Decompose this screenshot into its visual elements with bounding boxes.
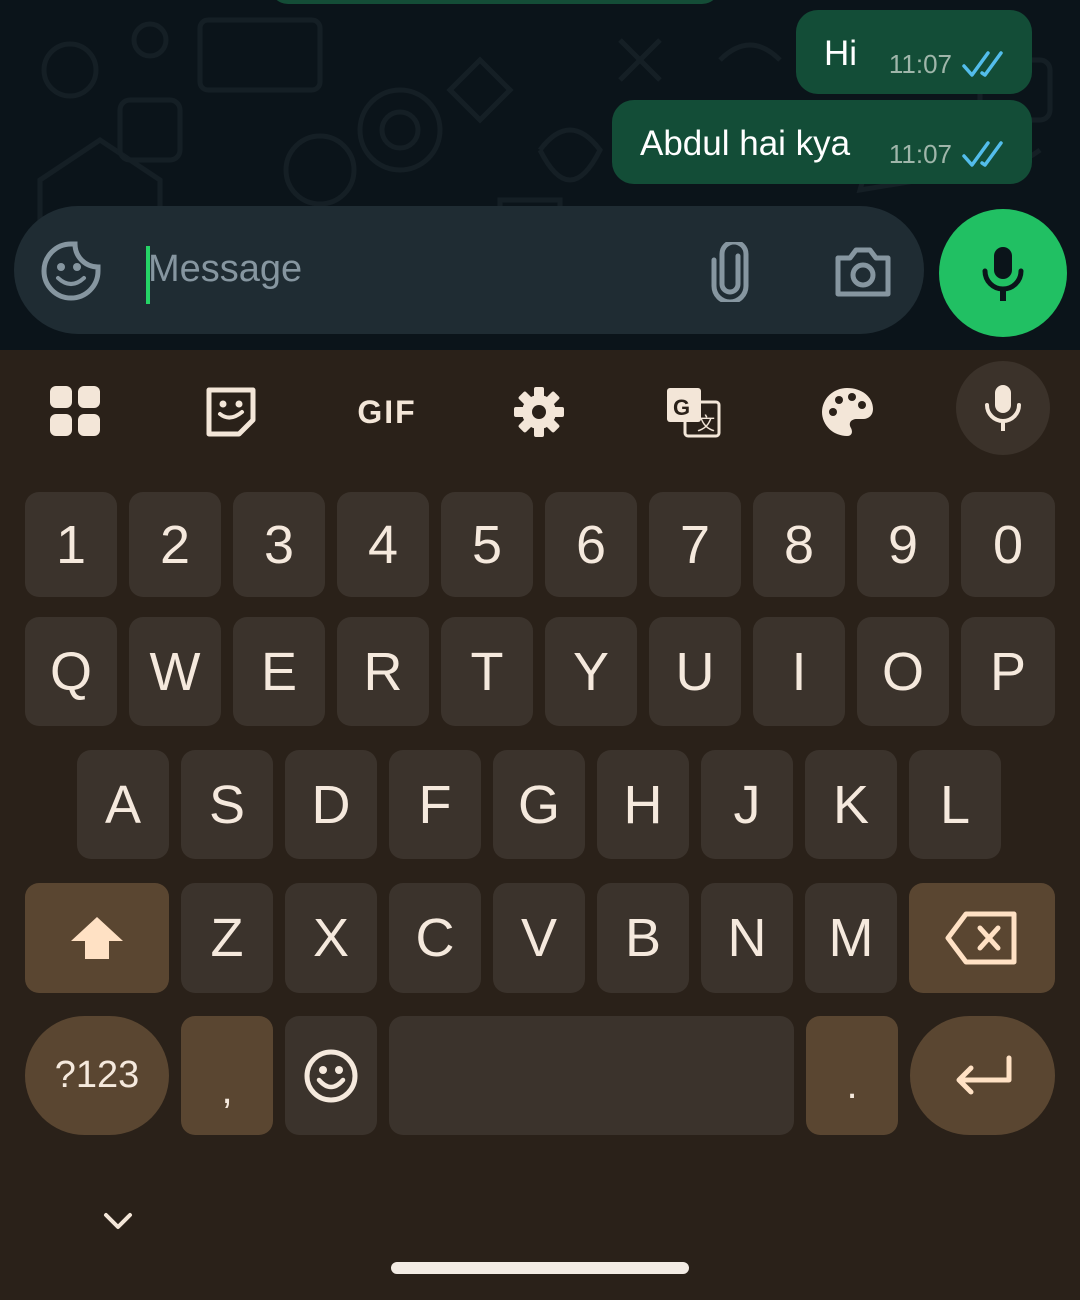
key-o[interactable]: O [857, 617, 949, 726]
key-n[interactable]: N [701, 883, 793, 993]
settings-gear-icon[interactable] [509, 382, 569, 442]
key-l[interactable]: L [909, 750, 1001, 859]
key-v[interactable]: V [493, 883, 585, 993]
translate-icon[interactable]: G 文 [663, 382, 723, 442]
key-z[interactable]: Z [181, 883, 273, 993]
key-k[interactable]: K [805, 750, 897, 859]
smiley-icon [304, 1049, 358, 1102]
microphone-icon [982, 247, 1024, 301]
shift-arrow-icon [71, 917, 123, 959]
key-1[interactable]: 1 [25, 492, 117, 597]
key-x[interactable]: X [285, 883, 377, 993]
apps-grid-icon[interactable] [46, 382, 106, 442]
symbols-key[interactable]: ?123 [25, 1016, 169, 1135]
read-double-check-icon [962, 51, 1003, 77]
sticker-emoji-icon[interactable] [40, 240, 102, 302]
message-text: Abdul hai kya [640, 124, 851, 163]
key-d[interactable]: D [285, 750, 377, 859]
backspace-icon [945, 911, 1017, 965]
key-h[interactable]: H [597, 750, 689, 859]
key-a[interactable]: A [77, 750, 169, 859]
key-t[interactable]: T [441, 617, 533, 726]
gif-button[interactable]: GIF [355, 382, 419, 442]
key-6[interactable]: 6 [545, 492, 637, 597]
key-f[interactable]: F [389, 750, 481, 859]
key-0[interactable]: 0 [961, 492, 1055, 597]
gesture-navigation-bar[interactable] [391, 1262, 689, 1274]
voice-message-button[interactable] [939, 209, 1067, 337]
key-9[interactable]: 9 [857, 492, 949, 597]
sticker-icon[interactable] [201, 382, 261, 442]
key-c[interactable]: C [389, 883, 481, 993]
key-2[interactable]: 2 [129, 492, 221, 597]
key-3[interactable]: 3 [233, 492, 325, 597]
key-m[interactable]: M [805, 883, 897, 993]
key-b[interactable]: B [597, 883, 689, 993]
camera-icon[interactable] [832, 244, 894, 300]
emoji-key[interactable] [285, 1016, 377, 1135]
key-8[interactable]: 8 [753, 492, 845, 597]
message-bubble[interactable]: Hi 11:07 [796, 10, 1032, 94]
key-j[interactable]: J [701, 750, 793, 859]
message-time: 11:07 [888, 49, 952, 79]
message-text: Hi [824, 34, 858, 73]
key-y[interactable]: Y [545, 617, 637, 726]
svg-text:G: G [673, 395, 690, 420]
key-q[interactable]: Q [25, 617, 117, 726]
previous-message-bubble-edge [270, 0, 720, 4]
theme-palette-icon[interactable] [817, 382, 877, 442]
hide-keyboard-chevron-icon[interactable] [98, 1205, 138, 1235]
key-s[interactable]: S [181, 750, 273, 859]
chat-area: Hi 11:07 Abdul hai kya 11:07 Message [0, 0, 1080, 350]
period-key[interactable]: . [806, 1016, 898, 1135]
backspace-key[interactable] [909, 883, 1055, 993]
attach-icon[interactable] [704, 242, 760, 302]
key-4[interactable]: 4 [337, 492, 429, 597]
gif-label: GIF [357, 393, 417, 430]
read-double-check-icon [962, 141, 1003, 167]
key-i[interactable]: I [753, 617, 845, 726]
message-composer: Message [14, 206, 924, 334]
key-u[interactable]: U [649, 617, 741, 726]
message-bubble[interactable]: Abdul hai kya 11:07 [612, 100, 1032, 184]
shift-key[interactable] [25, 883, 169, 993]
voice-input-icon [985, 385, 1021, 431]
key-5[interactable]: 5 [441, 492, 533, 597]
message-input[interactable]: Message [148, 248, 302, 291]
key-w[interactable]: W [129, 617, 221, 726]
message-time: 11:07 [888, 139, 952, 169]
voice-input-button[interactable] [956, 361, 1050, 455]
enter-arrow-icon [956, 1055, 1011, 1094]
space-bar[interactable] [389, 1016, 794, 1135]
key-7[interactable]: 7 [649, 492, 741, 597]
svg-text:文: 文 [697, 414, 715, 435]
comma-key[interactable]: , [181, 1016, 273, 1135]
key-e[interactable]: E [233, 617, 325, 726]
key-g[interactable]: G [493, 750, 585, 859]
key-p[interactable]: P [961, 617, 1055, 726]
key-r[interactable]: R [337, 617, 429, 726]
enter-key[interactable] [910, 1016, 1055, 1135]
